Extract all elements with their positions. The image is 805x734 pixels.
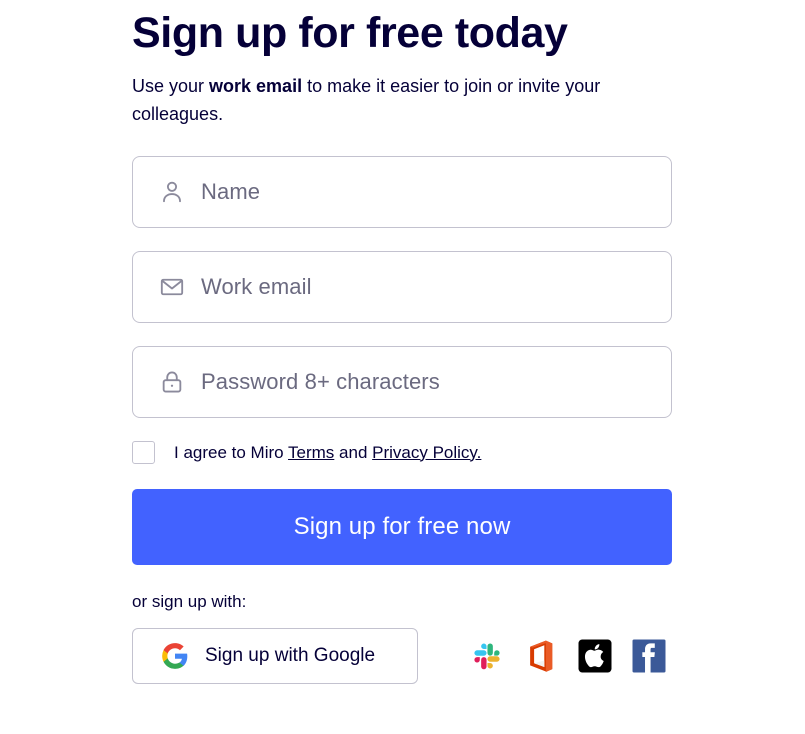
- page-subtitle: Use your work email to make it easier to…: [132, 72, 672, 128]
- google-icon: [162, 643, 188, 669]
- provider-icons-group: [469, 638, 667, 674]
- work-email-input-placeholder: Work email: [201, 274, 312, 299]
- facebook-icon[interactable]: [631, 638, 667, 674]
- signup-form: Sign up for free today Use your work ema…: [132, 0, 672, 684]
- lock-icon: [162, 371, 182, 393]
- terms-agreement-label: I agree to Miro Terms and Privacy Policy…: [174, 442, 481, 464]
- signup-button[interactable]: Sign up for free now: [132, 489, 672, 565]
- terms-conjunction: and: [334, 442, 373, 462]
- google-signup-label: Sign up with Google: [205, 645, 376, 666]
- terms-checkbox[interactable]: [132, 441, 155, 464]
- terms-agreement-row: I agree to Miro Terms and Privacy Policy…: [132, 441, 672, 464]
- person-icon: [163, 181, 181, 203]
- name-input[interactable]: Name: [132, 156, 672, 228]
- privacy-policy-link[interactable]: Privacy Policy.: [372, 443, 481, 462]
- subtitle-emphasis: work email: [209, 76, 303, 96]
- signup-page: Sign up for free today Use your work ema…: [0, 0, 805, 734]
- password-input[interactable]: Password 8+ characters: [132, 346, 672, 418]
- terms-lead-text: I agree to Miro: [174, 442, 289, 462]
- input-fields-group: Name Work email Password 8+ characters: [132, 156, 672, 418]
- envelope-icon: [160, 278, 184, 296]
- social-signup-row: Sign up with Google: [132, 628, 672, 684]
- google-signup-button[interactable]: Sign up with Google: [132, 628, 418, 684]
- terms-link[interactable]: Terms: [288, 443, 334, 462]
- slack-icon[interactable]: [469, 638, 505, 674]
- apple-icon[interactable]: [577, 638, 613, 674]
- microsoft-office-icon[interactable]: [523, 638, 559, 674]
- name-input-placeholder: Name: [201, 179, 261, 204]
- subtitle-lead: Use your: [132, 76, 210, 96]
- work-email-input[interactable]: Work email: [132, 251, 672, 323]
- alt-signup-label: or sign up with:: [132, 592, 247, 611]
- page-title: Sign up for free today: [132, 9, 568, 57]
- password-input-placeholder: Password 8+ characters: [201, 369, 440, 394]
